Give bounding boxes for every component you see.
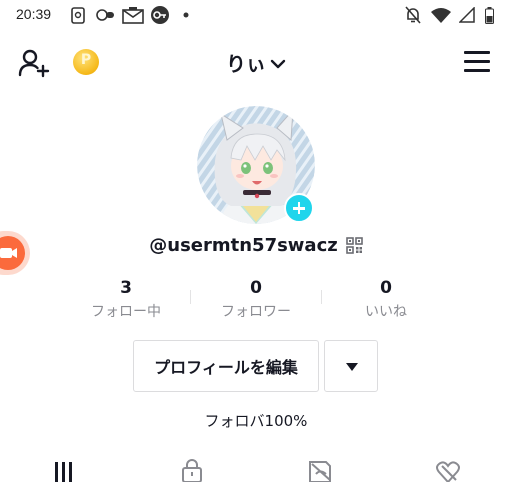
add-friend-button[interactable]: [18, 48, 50, 78]
suggested-accounts-toggle[interactable]: [324, 340, 378, 392]
following-count: 3: [120, 278, 132, 298]
status-time: 20:39: [16, 6, 52, 22]
menu-button[interactable]: [464, 51, 490, 73]
tab-liked[interactable]: [434, 458, 462, 484]
coin-button[interactable]: P: [73, 49, 99, 75]
chevron-down-icon: [270, 59, 286, 69]
content-tabs: [0, 456, 512, 484]
tab-private[interactable]: [178, 458, 206, 483]
hidden-likes-icon: [309, 461, 331, 483]
add-photo-button[interactable]: [284, 193, 314, 223]
account-switcher[interactable]: りぃ: [226, 48, 286, 77]
private-lock-icon: [182, 459, 202, 483]
stat-following[interactable]: 3 フォロー中: [56, 278, 196, 320]
handle-row: @usermtn57swacz: [0, 235, 512, 256]
likes-label: いいね: [365, 304, 407, 320]
tab-videos[interactable]: [50, 458, 78, 482]
battery-icon: [484, 6, 494, 24]
signal-icon: [458, 6, 476, 24]
key-icon: [150, 6, 170, 24]
bio-text: フォロバ100%: [204, 412, 308, 430]
stat-likes[interactable]: 0 いいね: [316, 278, 456, 320]
wifi-icon: [430, 6, 452, 24]
qr-code-icon[interactable]: [345, 237, 363, 254]
vpn-key-icon: [96, 6, 116, 24]
profile-header: P りぃ: [0, 40, 512, 84]
following-label: フォロー中: [91, 304, 161, 320]
user-handle: @usermtn57swacz: [149, 235, 338, 256]
profile-stats: 3 フォロー中 0 フォロワー 0 いいね: [0, 278, 512, 324]
sim-card-icon: [70, 6, 86, 24]
edit-profile-label: プロフィールを編集: [154, 358, 298, 377]
add-friend-icon: [18, 49, 50, 78]
likes-count: 0: [380, 278, 392, 298]
status-bar: 20:39: [0, 0, 512, 30]
videos-grid-icon: [55, 462, 72, 482]
coin-icon: P: [80, 52, 92, 68]
mute-bell-icon: [404, 6, 422, 24]
stat-followers[interactable]: 0 フォロワー: [186, 278, 326, 320]
tab-hidden-likes[interactable]: [306, 458, 334, 483]
caret-down-icon: [346, 363, 358, 371]
edit-profile-button[interactable]: プロフィールを編集: [133, 340, 319, 392]
liked-heart-icon: [436, 461, 460, 484]
dot-icon: [182, 6, 190, 24]
news-icon: [122, 6, 144, 24]
followers-count: 0: [250, 278, 262, 298]
followers-label: フォロワー: [221, 304, 291, 320]
header-username: りぃ: [226, 52, 266, 76]
